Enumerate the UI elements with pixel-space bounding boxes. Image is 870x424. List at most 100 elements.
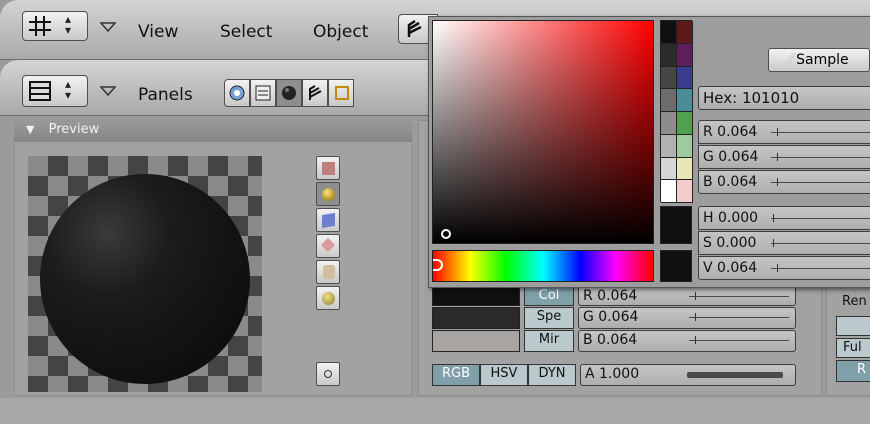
palette-swatch[interactable] <box>661 43 677 67</box>
color-swatch-spe[interactable] <box>432 307 520 329</box>
flat-plane-icon <box>322 162 335 175</box>
shading-context-button[interactable] <box>276 79 302 107</box>
color-swatch-col[interactable] <box>432 286 520 306</box>
menu-object[interactable]: Object <box>313 22 368 42</box>
object-icon <box>309 85 322 100</box>
render-pipeline-button-blank[interactable] <box>836 316 870 336</box>
palette-swatch[interactable] <box>677 21 693 44</box>
palette-swatch[interactable] <box>661 21 677 44</box>
object-context-button[interactable] <box>302 79 328 107</box>
render-pipeline-full-button[interactable]: Ful <box>836 338 870 358</box>
color-mode-tabs: RGB HSV DYN <box>432 364 576 386</box>
palette-swatch[interactable] <box>677 157 693 181</box>
buttons-window-type-button[interactable]: ▴ ▾ <box>22 75 88 107</box>
picker-g-slider[interactable]: G 0.064 <box>698 145 870 169</box>
preview-monkey-button[interactable] <box>316 234 340 258</box>
picker-h-label: H 0.000 <box>703 210 759 226</box>
palette-swatch[interactable] <box>677 43 693 67</box>
logic-context-button[interactable] <box>224 79 250 107</box>
material-sphere-icon <box>282 86 296 100</box>
tab-mir[interactable]: Mir <box>524 330 574 352</box>
preview-title: Preview <box>48 122 100 137</box>
armature-mode-icon <box>407 19 422 37</box>
preview-panel-header[interactable]: ▼ Preview <box>14 120 412 142</box>
sample-label: Sample <box>796 52 849 68</box>
alpha-slider-fill <box>687 372 783 378</box>
editor-type-button[interactable]: ▴ ▾ <box>22 11 88 41</box>
palette-swatch[interactable] <box>677 89 693 112</box>
material-preview-image <box>28 156 262 392</box>
editing-context-button[interactable] <box>328 79 354 107</box>
palette-swatch[interactable] <box>677 180 693 203</box>
picker-g-label: G 0.064 <box>703 149 759 165</box>
preview-render-button[interactable] <box>316 362 340 386</box>
updown-arrows-icon: ▴ ▾ <box>65 12 72 37</box>
palette-swatch[interactable] <box>677 112 693 135</box>
picker-s-label: S 0.000 <box>703 235 757 251</box>
script-context-button[interactable] <box>250 79 276 107</box>
material-r-label: R 0.064 <box>583 288 638 304</box>
cube-icon <box>322 212 335 229</box>
picker-b-label: B 0.064 <box>703 174 758 190</box>
render-pipeline-r-button[interactable]: R <box>836 360 870 382</box>
panels-label: Panels <box>138 85 193 105</box>
picker-r-slider[interactable]: R 0.064 <box>698 120 870 144</box>
palette-swatch[interactable] <box>661 157 677 181</box>
palette-swatch[interactable] <box>677 66 693 90</box>
diamond-icon <box>320 237 336 253</box>
tab-rgb[interactable]: RGB <box>432 364 480 386</box>
color-swatch-mir[interactable] <box>432 330 520 352</box>
hair-icon <box>323 265 335 279</box>
updown-arrows-icon: ▴ ▾ <box>65 77 72 102</box>
palette-swatch[interactable] <box>661 134 677 158</box>
hex-input[interactable]: Hex: 101010 <box>698 86 870 110</box>
eyedropper-icon: ⁄ <box>789 52 792 68</box>
sample-color-button[interactable]: ⁄ Sample <box>768 48 870 72</box>
bottom-strip <box>0 398 870 424</box>
logic-icon <box>229 85 245 101</box>
material-r-slider[interactable]: R 0.064 <box>578 286 796 306</box>
render-pipeline-label: Ren <box>842 294 867 309</box>
preview-hair-button[interactable] <box>316 260 340 284</box>
palette-swatch[interactable] <box>661 66 677 90</box>
palette-swatch[interactable] <box>677 134 693 158</box>
collapse-triangle-icon[interactable]: ▼ <box>26 123 34 136</box>
script-icon <box>255 85 271 101</box>
previous-color-swatch <box>660 250 692 282</box>
context-button-group <box>224 79 434 109</box>
preview-cube-button[interactable] <box>316 208 340 232</box>
tab-col[interactable]: Col <box>524 286 574 306</box>
saturation-value-field[interactable] <box>432 20 654 244</box>
preview-sky-button[interactable] <box>316 286 340 310</box>
material-b-slider[interactable]: B 0.064 <box>578 330 796 352</box>
collapse-menu-triangle-icon[interactable] <box>100 86 116 96</box>
picker-s-slider[interactable]: S 0.000 <box>698 231 870 255</box>
grid-icon <box>29 16 51 36</box>
material-g-label: G 0.064 <box>583 309 639 325</box>
picker-h-slider[interactable]: H 0.000 <box>698 206 870 230</box>
current-color-swatch <box>660 206 692 244</box>
preview-flat-button[interactable] <box>316 156 340 180</box>
tab-spe[interactable]: Spe <box>524 307 574 329</box>
palette-swatch[interactable] <box>661 112 677 135</box>
menu-select[interactable]: Select <box>220 22 272 42</box>
tab-dyn[interactable]: DYN <box>528 364 576 386</box>
material-alpha-label: A 1.000 <box>585 366 640 382</box>
palette-swatch[interactable] <box>661 89 677 112</box>
palette-swatch[interactable] <box>661 180 677 203</box>
picker-b-slider[interactable]: B 0.064 <box>698 170 870 194</box>
tab-hsv[interactable]: HSV <box>480 364 528 386</box>
hue-slider[interactable] <box>432 250 654 282</box>
picker-v-slider[interactable]: V 0.064 <box>698 256 870 280</box>
color-palette <box>660 20 693 203</box>
menu-view[interactable]: View <box>138 22 178 42</box>
preview-type-buttons <box>316 156 340 318</box>
picker-hsv-group: H 0.000 S 0.000 V 0.064 <box>698 206 870 282</box>
buttons-window-icon <box>29 81 51 101</box>
preview-sphere <box>40 174 250 384</box>
material-alpha-slider[interactable]: A 1.000 <box>580 364 796 386</box>
material-g-slider[interactable]: G 0.064 <box>578 307 796 329</box>
collapse-menu-triangle-icon[interactable] <box>100 22 116 32</box>
picker-v-label: V 0.064 <box>703 260 758 276</box>
preview-sphere-button[interactable] <box>316 182 340 206</box>
